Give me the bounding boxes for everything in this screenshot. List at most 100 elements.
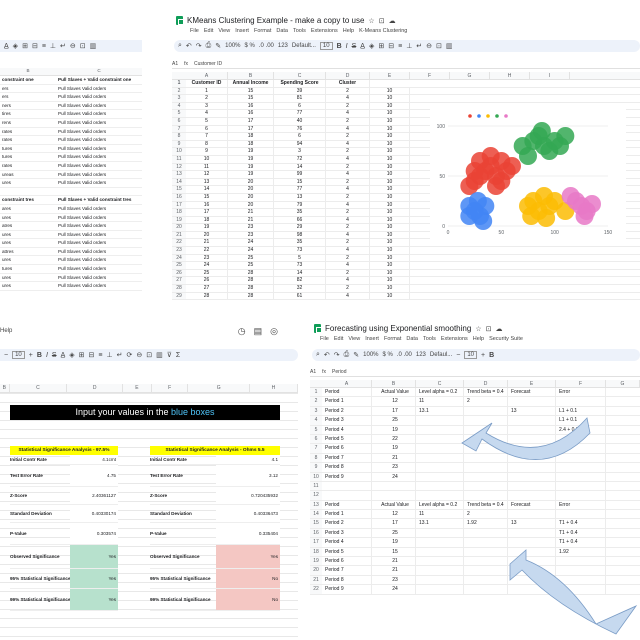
cell[interactable]: 23	[228, 231, 274, 239]
menu-item[interactable]: File	[190, 28, 199, 34]
cell[interactable]: 22	[186, 247, 228, 254]
row-header[interactable]: 13	[172, 171, 186, 178]
cell[interactable]: Period 9	[322, 472, 372, 481]
menu-item[interactable]: Format	[384, 336, 401, 342]
cell[interactable]: 15	[372, 547, 416, 557]
cell[interactable]: 24	[186, 262, 228, 269]
cell-left[interactable]: rates	[0, 162, 56, 170]
cell[interactable]	[556, 397, 606, 406]
cell[interactable]: 19	[372, 444, 416, 453]
stat-label[interactable]: Observed Significance	[150, 554, 216, 559]
cell[interactable]: 2	[326, 163, 370, 171]
cell[interactable]: 19	[228, 155, 274, 163]
cell[interactable]: 4	[186, 110, 228, 117]
cell[interactable]: Level alpha = 0.2	[416, 388, 464, 397]
cell[interactable]: 4	[326, 262, 370, 269]
cell[interactable]: 4	[326, 125, 370, 133]
cell[interactable]: 28	[228, 292, 274, 300]
align-icon[interactable]: ≡	[398, 43, 402, 50]
wrap-icon[interactable]: ↵	[60, 42, 66, 50]
col-header[interactable]: A	[322, 380, 372, 387]
cell[interactable]: 98	[274, 231, 326, 239]
cell[interactable]: 24	[228, 239, 274, 247]
cell[interactable]: 4	[326, 171, 370, 178]
cell[interactable]: 94	[274, 140, 326, 148]
cell[interactable]: 2	[326, 178, 370, 186]
cell-left[interactable]: ers	[0, 93, 56, 101]
cell[interactable]: Customer ID	[186, 80, 228, 87]
row-header[interactable]: 11	[172, 155, 186, 163]
cell[interactable]: 5	[274, 254, 326, 262]
comment-icon[interactable]: ▤	[254, 326, 263, 337]
cell[interactable]: 28	[228, 277, 274, 285]
kmeans-chart[interactable]: 0 50 100 0 50 100 150	[430, 104, 626, 244]
cell[interactable]: 25	[372, 416, 416, 425]
cell[interactable]: Forecast	[508, 388, 556, 397]
cell[interactable]: 16	[228, 102, 274, 110]
menu-item[interactable]: View	[218, 28, 230, 34]
cell[interactable]	[508, 528, 556, 538]
stat-label[interactable]: Z-Score	[10, 493, 70, 498]
cell[interactable]: Spending Score	[274, 80, 326, 87]
cell[interactable]: 10	[370, 224, 410, 231]
wrap-icon[interactable]: ↵	[117, 351, 123, 359]
cell[interactable]: Period 8	[322, 463, 372, 472]
cell[interactable]: 10	[370, 209, 410, 216]
stat-label[interactable]: Observed Significance	[10, 554, 70, 559]
row-header[interactable]: 17	[172, 201, 186, 209]
cell-left[interactable]: ares	[0, 205, 56, 213]
row-header[interactable]: 8	[310, 453, 322, 463]
plus-icon[interactable]: +	[481, 352, 485, 359]
italic-icon[interactable]: I	[346, 43, 348, 50]
stat-menu-help[interactable]: Help	[0, 328, 12, 334]
stat-label[interactable]: 99% Statistical Significance	[10, 597, 70, 602]
stat-value[interactable]: 0.720435932	[216, 487, 280, 504]
cell-right[interactable]: Pull Slaves Valid orders	[56, 248, 142, 256]
row-header[interactable]: 9	[172, 140, 186, 148]
rotate-icon[interactable]: ⟳	[126, 351, 132, 359]
cell[interactable]: 19	[372, 538, 416, 547]
strike-icon[interactable]: S	[352, 43, 357, 50]
cell[interactable]	[508, 491, 556, 500]
stat-label[interactable]: Test Error Rate	[10, 473, 70, 478]
cell[interactable]: 13	[186, 178, 228, 186]
cell[interactable]: 79	[274, 201, 326, 209]
cell[interactable]: 12	[372, 397, 416, 406]
strike-icon[interactable]: S	[52, 352, 57, 359]
col-header[interactable]: G	[606, 380, 640, 387]
cell[interactable]: 32	[274, 285, 326, 292]
cell[interactable]: Period 4	[322, 538, 372, 547]
stat-label[interactable]: 99% Statistical Significance	[150, 597, 216, 602]
cell-left[interactable]: tires	[0, 110, 56, 118]
row-header[interactable]: 25	[172, 262, 186, 269]
valign-icon[interactable]: ⊥	[50, 42, 56, 50]
font-size-input[interactable]: 10	[319, 42, 333, 50]
cell[interactable]: 2	[326, 224, 370, 231]
cell[interactable]: 6	[274, 133, 326, 140]
row-header[interactable]: 9	[310, 463, 322, 472]
cell[interactable]: 2	[326, 285, 370, 292]
stat-label[interactable]: Initial Contr Rate	[150, 457, 216, 462]
cell[interactable]: Period 8	[322, 575, 372, 585]
chart-icon[interactable]: ▥	[156, 351, 163, 359]
col-header[interactable]: E	[508, 380, 556, 387]
cell-right[interactable]: Pull Slaves Valid orders	[56, 145, 142, 153]
cell[interactable]	[508, 481, 556, 491]
cell-right[interactable]: Pull Slaves Valid orders	[56, 282, 142, 290]
stat-value[interactable]: Yes	[70, 569, 118, 588]
cell[interactable]: 10	[370, 269, 410, 277]
cell[interactable]: 10	[370, 117, 410, 125]
cell[interactable]: 2	[326, 87, 370, 95]
cell[interactable]: 25	[228, 262, 274, 269]
row-header[interactable]: 11	[310, 481, 322, 491]
cell[interactable]: 39	[274, 87, 326, 95]
cell[interactable]	[464, 528, 508, 538]
cell[interactable]: 10	[370, 178, 410, 186]
menu-item[interactable]: Edit	[204, 28, 213, 34]
cell[interactable]: Period	[322, 388, 372, 397]
row-header[interactable]: 19	[172, 216, 186, 224]
col-header[interactable]: I	[530, 72, 570, 79]
cell[interactable]: 10	[370, 171, 410, 178]
cell[interactable]: 10	[370, 186, 410, 193]
filter-icon[interactable]: ⊽	[167, 351, 172, 359]
